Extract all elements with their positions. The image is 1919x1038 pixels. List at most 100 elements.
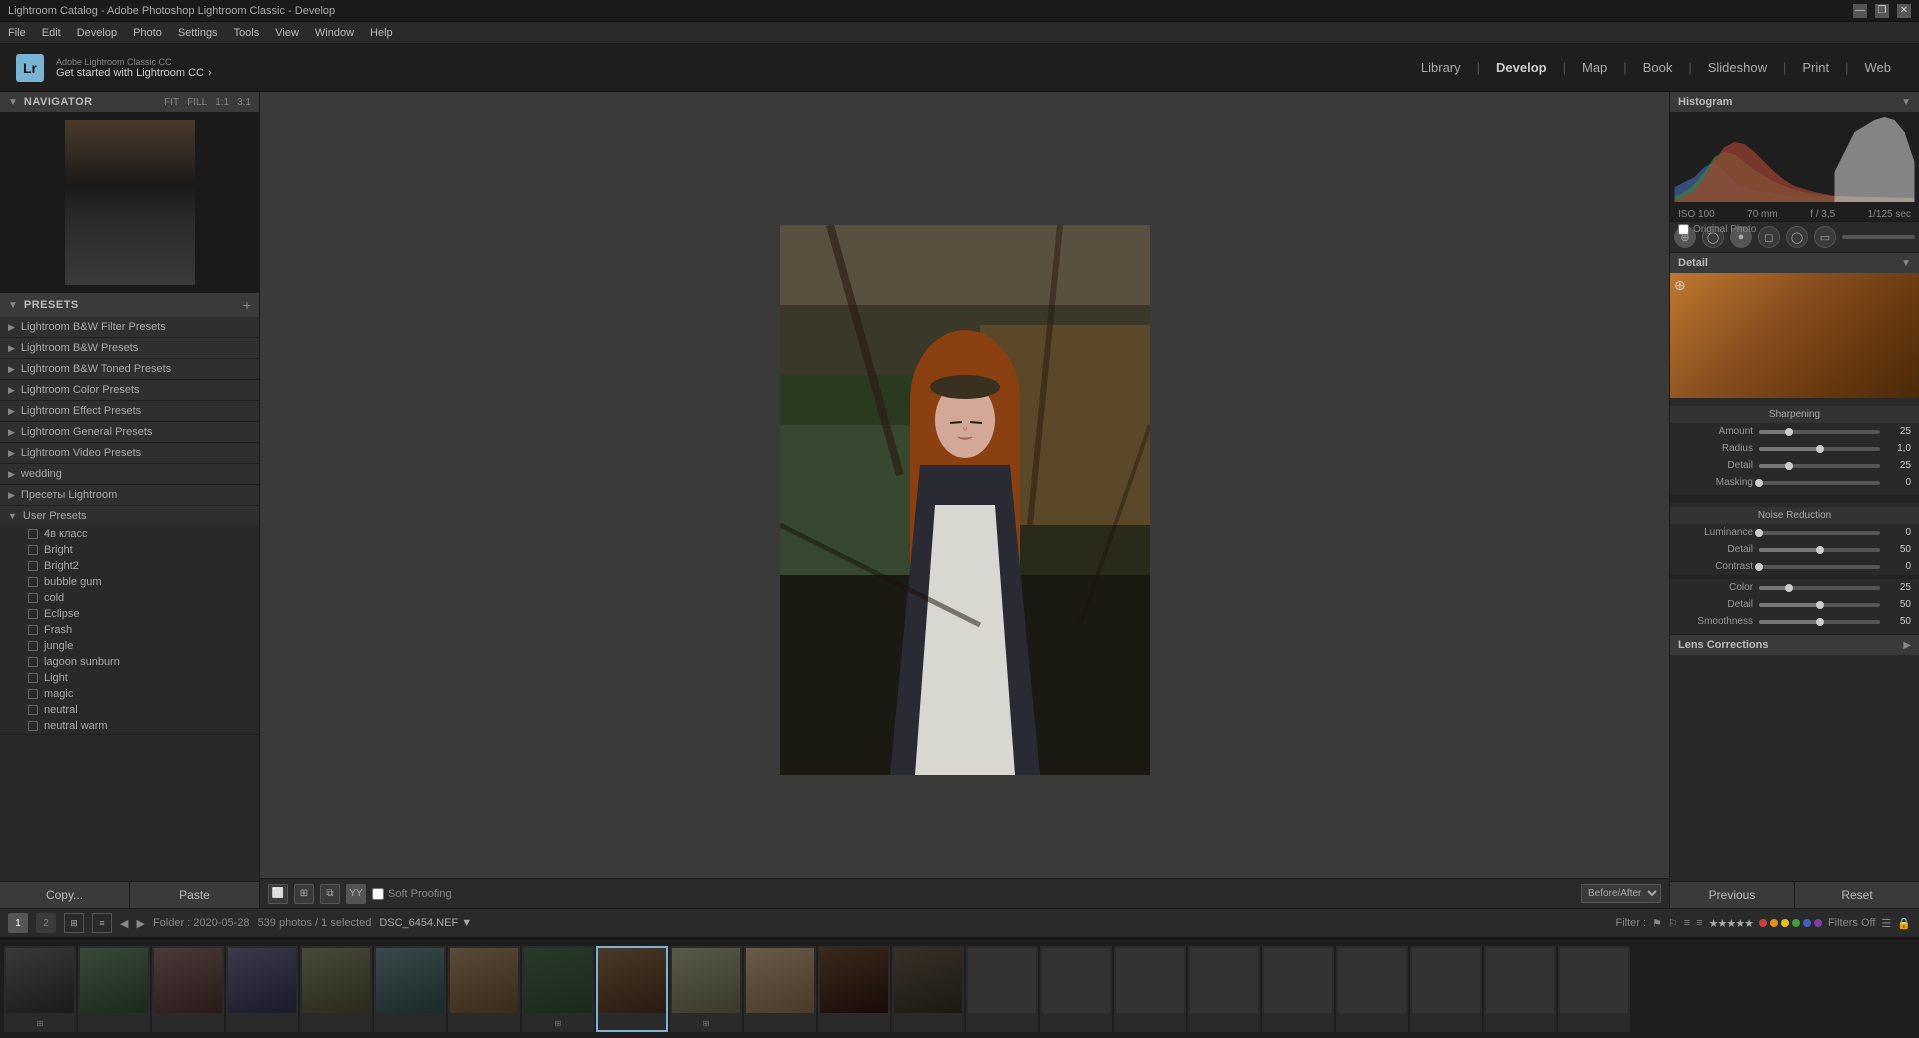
grid-view-btn[interactable]: ⊞ [294,884,314,904]
nr-contrast-slider[interactable] [1759,565,1880,569]
nr-smoothness-slider[interactable] [1759,620,1880,624]
film-thumb-9[interactable] [596,946,668,1032]
preset-item-4v[interactable]: 4в класс [0,526,259,542]
film-thumb-17[interactable] [1188,946,1260,1032]
zoom-fit[interactable]: FIT [164,97,179,108]
preset-item-lagoon[interactable]: lagoon sunburn [0,654,259,670]
menu-help[interactable]: Help [370,27,393,39]
film-thumb-14[interactable] [966,946,1038,1032]
purple-dot[interactable] [1814,919,1822,927]
module-develop[interactable]: Develop [1484,56,1559,79]
film-thumb-15[interactable] [1040,946,1112,1032]
film-thumb-22[interactable] [1558,946,1630,1032]
yellow-dot[interactable] [1781,919,1789,927]
menu-edit[interactable]: Edit [42,27,61,39]
copy-button[interactable]: Copy... [0,882,130,908]
menu-tools[interactable]: Tools [234,27,260,39]
nr-color-slider[interactable] [1759,586,1880,590]
menu-settings[interactable]: Settings [178,27,218,39]
original-photo-checkbox[interactable] [1678,224,1689,235]
preset-group-wedding-header[interactable]: ▶ wedding [0,464,259,484]
preset-item-bubblegum[interactable]: bubble gum [0,574,259,590]
close-button[interactable]: ✕ [1897,4,1911,18]
compare-view[interactable]: ≡ [92,913,112,933]
page-1[interactable]: 1 [8,913,28,933]
nr-color-detail-slider[interactable] [1759,603,1880,607]
module-map[interactable]: Map [1570,56,1619,79]
sort-filter[interactable]: ≡ [1684,917,1690,929]
radius-slider[interactable] [1759,447,1880,451]
module-print[interactable]: Print [1790,56,1841,79]
minimize-button[interactable]: — [1853,4,1867,18]
preset-item-bright2[interactable]: Bright2 [0,558,259,574]
histogram-header[interactable]: Histogram ▼ [1670,92,1919,112]
film-thumb-5[interactable] [300,946,372,1032]
star-rating[interactable]: ★★★★★ [1709,917,1753,930]
preset-group-color-header[interactable]: ▶ Lightroom Color Presets [0,380,259,400]
nr-detail-slider[interactable] [1759,548,1880,552]
page-2[interactable]: 2 [36,913,56,933]
module-book[interactable]: Book [1631,56,1685,79]
add-preset-button[interactable]: + [243,297,251,313]
detail-slider[interactable] [1759,464,1880,468]
film-thumb-12[interactable] [818,946,890,1032]
filter-lock[interactable]: 🔒 [1897,917,1911,930]
film-thumb-19[interactable] [1336,946,1408,1032]
preset-item-jungle[interactable]: jungle [0,638,259,654]
preset-group-bw-filter-header[interactable]: ▶ Lightroom B&W Filter Presets [0,317,259,337]
menu-develop[interactable]: Develop [77,27,117,39]
preset-group-video-header[interactable]: ▶ Lightroom Video Presets [0,443,259,463]
preset-item-eclipse[interactable]: Eclipse [0,606,259,622]
menu-file[interactable]: File [8,27,26,39]
module-library[interactable]: Library [1409,56,1473,79]
preset-group-bw-toned-header[interactable]: ▶ Lightroom B&W Toned Presets [0,359,259,379]
detail-panel-header[interactable]: Detail ▼ [1670,253,1919,273]
navigator-header[interactable]: ▼ Navigator FIT FILL 1:1 3:1 [0,92,259,112]
film-thumb-2[interactable] [78,946,150,1032]
lr-brand-sub[interactable]: Get started with Lightroom CC › [56,67,212,79]
crop-tool[interactable]: ⬜ [268,884,288,904]
zoom-3-1[interactable]: 3:1 [237,97,251,108]
preset-group-general-header[interactable]: ▶ Lightroom General Presets [0,422,259,442]
blue-dot[interactable] [1803,919,1811,927]
nav-prev[interactable]: ◀ [120,917,128,930]
film-thumb-21[interactable] [1484,946,1556,1032]
preset-group-bw-header[interactable]: ▶ Lightroom B&W Presets [0,338,259,358]
masking-slider[interactable] [1759,481,1880,485]
compare-btn[interactable]: ⧉ [320,884,340,904]
film-thumb-16[interactable] [1114,946,1186,1032]
film-thumb-10[interactable]: ⊞ [670,946,742,1032]
develop-mode-select[interactable]: Before/After [1581,884,1661,903]
orange-dot[interactable] [1770,919,1778,927]
film-thumb-6[interactable] [374,946,446,1032]
menu-view[interactable]: View [275,27,299,39]
nav-next[interactable]: ▶ [136,917,144,930]
flag-filter-2[interactable]: ⚐ [1668,917,1678,930]
film-thumb-8[interactable]: ⊞ [522,946,594,1032]
filename[interactable]: DSC_6454.NEF ▼ [379,917,472,929]
survey-btn[interactable]: YY [346,884,366,904]
film-thumb-11[interactable] [744,946,816,1032]
soft-proofing-checkbox[interactable] [372,888,384,900]
preset-group-user-header[interactable]: ▼ User Presets [0,506,259,526]
crosshair-icon[interactable]: ⊕ [1674,277,1686,294]
presets-header[interactable]: ▼ Presets + [0,293,259,317]
maximize-button[interactable]: ❐ [1875,4,1889,18]
preset-item-neutral-warm[interactable]: neutral warm [0,718,259,734]
preset-item-neutral[interactable]: neutral [0,702,259,718]
zoom-1-1[interactable]: 1:1 [215,97,229,108]
film-thumb-13[interactable] [892,946,964,1032]
film-thumb-20[interactable] [1410,946,1482,1032]
filter-settings[interactable]: ☰ [1881,917,1891,930]
luminance-slider[interactable] [1759,531,1880,535]
preset-group-effect-header[interactable]: ▶ Lightroom Effect Presets [0,401,259,421]
preset-item-light[interactable]: Light [0,670,259,686]
preset-item-frash[interactable]: Frash [0,622,259,638]
green-dot[interactable] [1792,919,1800,927]
film-thumb-7[interactable] [448,946,520,1032]
module-slideshow[interactable]: Slideshow [1696,56,1779,79]
red-dot[interactable] [1759,919,1767,927]
preset-item-cold[interactable]: cold [0,590,259,606]
flag-filter[interactable]: ⚑ [1652,917,1662,930]
lens-corrections-header[interactable]: Lens Corrections ▶ [1670,634,1919,655]
